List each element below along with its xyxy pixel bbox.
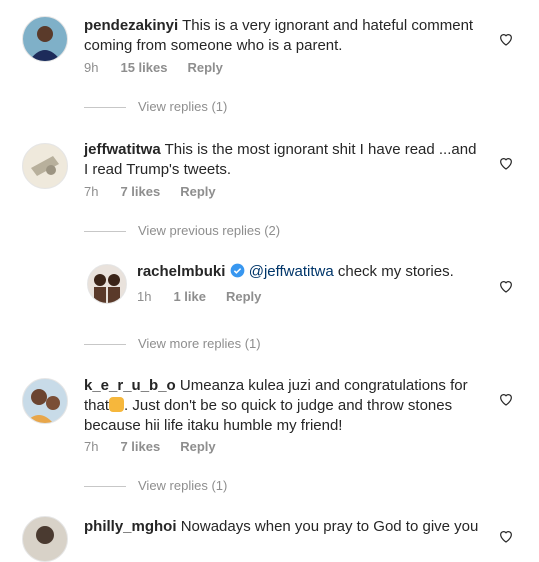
comment-body-line2a: that — [84, 397, 110, 414]
comment-text: pendezakinyi This is a very ignorant and… — [84, 16, 484, 56]
heart-outline-icon[interactable] — [498, 31, 514, 47]
heart-outline-icon[interactable] — [498, 528, 514, 544]
comment-body: This is the most ignorant shit I have re… — [164, 141, 477, 158]
view-previous-replies-button[interactable]: View previous replies (2) — [84, 223, 280, 238]
likes-count[interactable]: 7 likes — [120, 439, 160, 454]
comment-body-line2b: . Just don't be so quick to judge and th… — [124, 397, 453, 414]
heart-outline-icon[interactable] — [498, 278, 514, 294]
comment-body-line3: because hii life itaku humble my friend! — [84, 417, 343, 434]
username[interactable]: philly_mghoi — [84, 518, 177, 535]
divider — [84, 486, 126, 488]
divider — [84, 107, 126, 109]
comment-body-line2: I read Trump's tweets. — [84, 161, 232, 178]
comment-text: rachelmbuki @jeffwatitwa check my storie… — [137, 262, 487, 282]
mention-link[interactable]: @jeffwatitwa — [249, 263, 334, 280]
divider — [84, 231, 126, 233]
avatar[interactable] — [22, 143, 68, 189]
reply-button[interactable]: Reply — [226, 289, 261, 304]
avatar[interactable] — [22, 16, 68, 62]
comment-body: Umeanza kulea juzi and congratulations f… — [179, 377, 468, 394]
view-more-replies-button[interactable]: View more replies (1) — [84, 336, 261, 351]
comment-body: check my stories. — [337, 263, 454, 280]
timestamp: 7h — [84, 184, 99, 199]
avatar[interactable] — [22, 516, 68, 562]
username[interactable]: pendezakinyi — [84, 17, 178, 34]
comment-text: k_e_r_u_b_o Umeanza kulea juzi and congr… — [84, 376, 494, 436]
avatar[interactable] — [87, 264, 127, 304]
comment-body: This is a very ignorant and hateful comm… — [182, 17, 474, 34]
comment-meta: 7h 7 likes Reply — [84, 184, 236, 199]
comments-panel: pendezakinyi This is a very ignorant and… — [0, 0, 539, 562]
view-replies-button[interactable]: View replies (1) — [84, 478, 227, 493]
likes-count[interactable]: 15 likes — [120, 60, 167, 75]
divider — [84, 344, 126, 346]
username[interactable]: k_e_r_u_b_o — [84, 377, 176, 394]
comment-body: Nowadays when you pray to God to give yo… — [180, 518, 479, 535]
comment-meta: 9h 15 likes Reply — [84, 60, 243, 75]
username[interactable]: rachelmbuki — [137, 263, 225, 280]
likes-count[interactable]: 1 like — [173, 289, 206, 304]
comment-meta: 1h 1 like Reply — [137, 289, 281, 304]
reply-button[interactable]: Reply — [187, 60, 222, 75]
heart-outline-icon[interactable] — [498, 155, 514, 171]
username[interactable]: jeffwatitwa — [84, 141, 161, 158]
reply-button[interactable]: Reply — [180, 439, 215, 454]
timestamp: 1h — [137, 289, 152, 304]
clapping-hands-icon — [109, 397, 125, 412]
timestamp: 9h — [84, 60, 99, 75]
comment-body-line2: coming from someone who is a parent. — [84, 37, 343, 54]
timestamp: 7h — [84, 439, 99, 454]
heart-outline-icon[interactable] — [498, 391, 514, 407]
verified-badge-icon — [230, 263, 244, 278]
likes-count[interactable]: 7 likes — [120, 184, 160, 199]
comment-text: jeffwatitwa This is the most ignorant sh… — [84, 140, 494, 180]
reply-button[interactable]: Reply — [180, 184, 215, 199]
view-replies-button[interactable]: View replies (1) — [84, 99, 227, 114]
comment-meta: 7h 7 likes Reply — [84, 439, 236, 454]
comment-text: philly_mghoi Nowadays when you pray to G… — [84, 517, 494, 537]
avatar[interactable] — [22, 378, 68, 424]
